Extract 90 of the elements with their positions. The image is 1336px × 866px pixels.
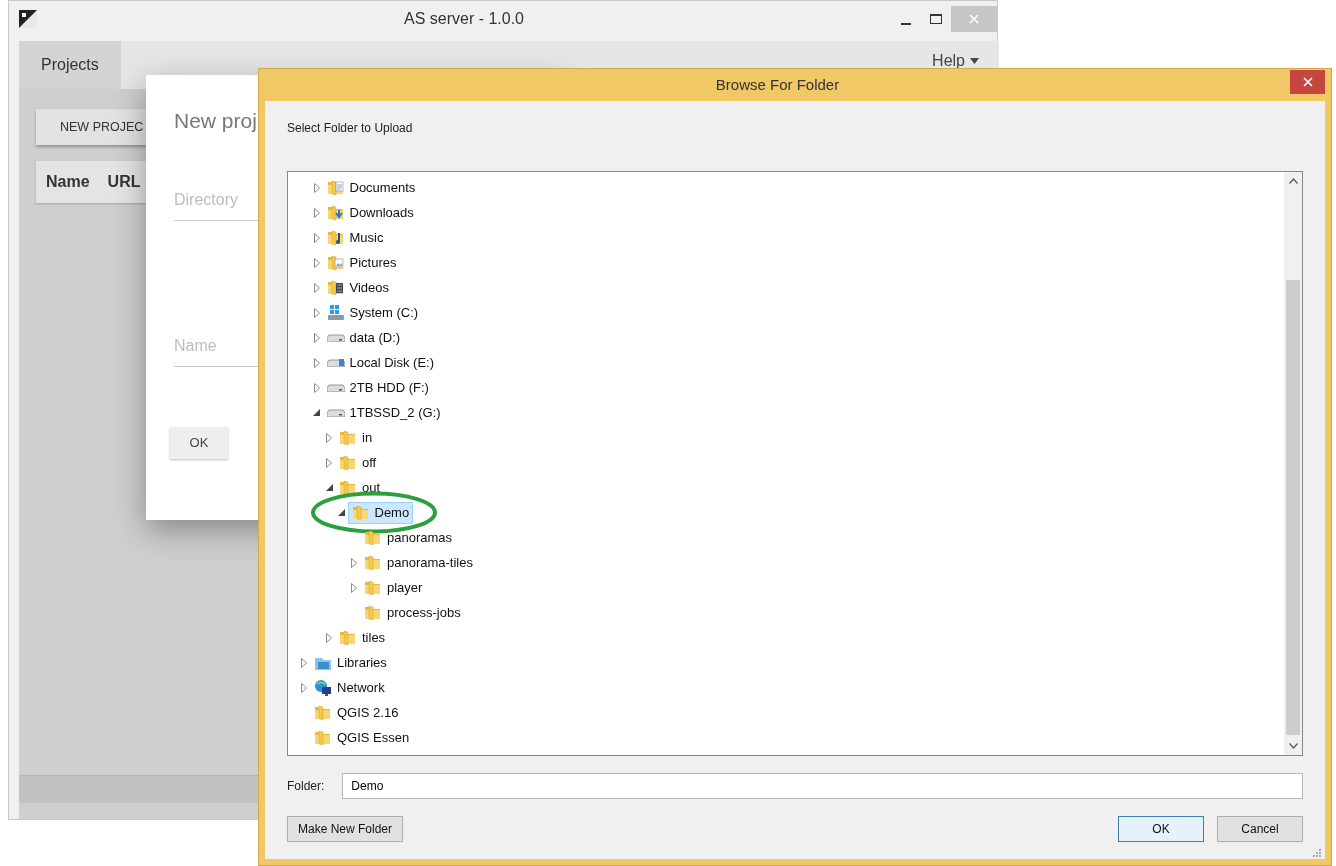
tree-item[interactable]: panoramas	[360, 526, 457, 549]
collapse-arrow-icon[interactable]	[313, 409, 320, 416]
scroll-up-icon[interactable]	[1288, 178, 1298, 184]
tree-item[interactable]: QGIS Essen	[310, 726, 414, 749]
scroll-thumb[interactable]	[1286, 280, 1300, 735]
drive-icon	[326, 408, 345, 417]
expand-arrow-icon[interactable]	[313, 357, 320, 368]
expand-arrow-icon[interactable]	[313, 232, 320, 243]
expand-arrow-icon[interactable]	[301, 657, 307, 668]
music-folder-icon	[326, 229, 345, 246]
tree-item[interactable]: tiles	[335, 626, 390, 649]
expand-arrow-icon[interactable]	[351, 582, 357, 593]
tree-item[interactable]: Local Disk (E:)	[322, 351, 439, 374]
drive-icon	[326, 333, 345, 342]
tree-item[interactable]: Network	[310, 676, 389, 699]
folder-icon	[364, 529, 382, 546]
ok-button[interactable]: OK	[170, 426, 228, 459]
resize-grip-icon	[1313, 849, 1321, 857]
tree-item[interactable]: Pictures	[322, 251, 401, 274]
tree-item[interactable]: Videos	[322, 276, 393, 299]
expand-arrow-icon[interactable]	[313, 307, 320, 318]
close-button[interactable]	[1290, 70, 1325, 94]
folder-icon	[364, 604, 382, 621]
tree-item[interactable]: Libraries	[310, 651, 391, 674]
drive-icon	[326, 383, 345, 392]
column-header: Name	[46, 172, 90, 192]
tree-item[interactable]: Downloads	[322, 201, 418, 224]
expand-arrow-icon[interactable]	[326, 432, 332, 443]
tree-item[interactable]: 2TB HDD (F:)	[322, 376, 433, 399]
tree-item[interactable]: 1TBSSD_2 (G:)	[322, 401, 445, 424]
dialog-button[interactable]: Cancel	[1217, 816, 1303, 842]
column-header: URL	[107, 172, 141, 192]
tree-item[interactable]: out	[335, 476, 385, 499]
expand-arrow-icon[interactable]	[313, 257, 320, 268]
tree-item[interactable]: data (D:)	[322, 326, 405, 349]
expand-arrow-icon[interactable]	[313, 332, 320, 343]
tree-item[interactable]: process-jobs	[360, 601, 465, 624]
tree-item[interactable]: player	[360, 576, 427, 599]
tree-item[interactable]: System (C:)	[322, 301, 423, 324]
caret-icon	[970, 58, 979, 64]
dialog-button[interactable]: Make New Folder	[287, 816, 404, 842]
window-title: AS server - 1.0.0	[402, 9, 525, 29]
expand-arrow-icon[interactable]	[313, 382, 320, 393]
dialog-prompt: Select Folder to Upload	[287, 120, 414, 137]
document-folder-icon	[326, 179, 345, 196]
close-icon	[1302, 77, 1313, 87]
expand-arrow-icon[interactable]	[313, 207, 320, 218]
folder-field[interactable]: Demo	[342, 773, 1303, 799]
dialog-title: Browse For Folder	[714, 74, 841, 95]
system-drive-icon	[326, 304, 345, 321]
folder-icon	[351, 504, 370, 521]
folder-icon	[339, 629, 357, 646]
scroll-down-icon[interactable]	[1288, 743, 1298, 749]
close-icon	[969, 14, 979, 24]
expand-arrow-icon[interactable]	[351, 557, 357, 568]
expand-arrow-icon[interactable]	[313, 182, 320, 193]
tree-item[interactable]: Documents	[322, 176, 420, 199]
tab[interactable]: Projects	[19, 41, 121, 89]
field-label: Folder:	[287, 778, 325, 795]
tree-item[interactable]: QGIS 2.16	[310, 701, 403, 724]
help-menu[interactable]: Help	[932, 49, 979, 73]
collapse-arrow-icon[interactable]	[338, 509, 345, 516]
folder-icon	[364, 554, 382, 571]
network-icon	[314, 679, 332, 696]
expand-arrow-icon[interactable]	[326, 632, 332, 643]
folder-icon	[314, 704, 332, 721]
folder-icon	[339, 429, 357, 446]
collapse-arrow-icon[interactable]	[325, 484, 333, 491]
tree-item[interactable]: Music	[322, 226, 388, 249]
tree-item[interactable]: Demo	[347, 501, 414, 524]
expand-arrow-icon[interactable]	[301, 682, 307, 693]
dialog-title: New proj	[174, 108, 257, 134]
folder-icon	[314, 729, 332, 746]
maximize-icon	[930, 14, 942, 24]
tree-item[interactable]: in	[335, 426, 377, 449]
expand-arrow-icon[interactable]	[326, 457, 332, 468]
app-icon	[19, 10, 37, 28]
folder-icon	[339, 479, 357, 496]
scrollbar[interactable]	[1284, 172, 1302, 755]
download-folder-icon	[326, 204, 345, 221]
minimize-icon	[901, 23, 911, 25]
folder-icon	[339, 454, 357, 471]
tree-item[interactable]: panorama-tiles	[360, 551, 477, 574]
video-folder-icon	[326, 279, 345, 296]
drive-icon	[326, 358, 345, 367]
picture-folder-icon	[326, 254, 345, 271]
dialog-button[interactable]: OK	[1118, 816, 1204, 842]
tree-item[interactable]: off	[335, 451, 381, 474]
expand-arrow-icon[interactable]	[313, 282, 320, 293]
folder-icon	[364, 579, 382, 596]
